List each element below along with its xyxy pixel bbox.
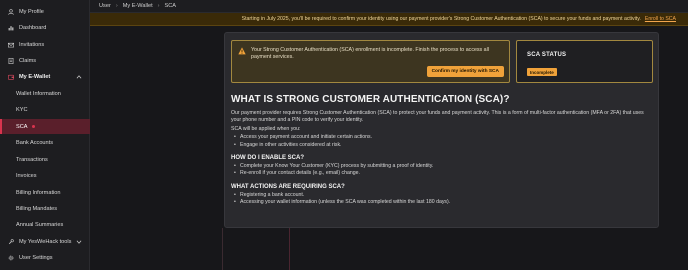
sidebar-item-annual-summaries[interactable]: Annual Summaries [0, 217, 90, 232]
applied-list: Access your payment account and initiate… [231, 134, 655, 149]
breadcrumb-my-e-wallet[interactable]: My E-Wallet [123, 3, 153, 9]
sidebar-item-label: Billing Mandates [16, 205, 58, 212]
breadcrumb-sca: SCA [164, 3, 177, 9]
sidebar-item-wallet-information[interactable]: Wallet Information [0, 86, 90, 101]
sidebar-item-label: Billing Information [16, 189, 61, 196]
warning-icon [238, 47, 246, 55]
chart-icon [8, 25, 14, 31]
sidebar-item-label: Annual Summaries [16, 221, 64, 228]
sidebar-item-label: Invitations [19, 41, 45, 48]
actions-heading: WHAT ACTIONS ARE REQUIRING SCA? [231, 183, 345, 190]
status-badge: Incomplete [527, 68, 557, 76]
sidebar-item-label: KYC [16, 106, 28, 113]
list-item: Accessing your wallet information (unles… [231, 199, 655, 207]
sidebar-item-bank-accounts[interactable]: Bank Accounts [0, 135, 90, 150]
sca-card: Your Strong Customer Authentication (SCA… [224, 32, 659, 228]
document-icon [8, 57, 14, 64]
sidebar-item-label: My E-Wallet [19, 73, 51, 80]
sidebar-item-my-profile[interactable]: My Profile [0, 4, 90, 19]
sidebar-item-sca[interactable]: SCA [0, 119, 90, 134]
actions-list: Registering a bank account. Accessing yo… [231, 192, 655, 207]
sidebar-item-dashboard[interactable]: Dashboard [0, 20, 90, 35]
sidebar-item-billing-mandates[interactable]: Billing Mandates [0, 201, 90, 216]
list-item: Re-enroll if your contact details (e.g.,… [231, 170, 655, 178]
wallet-icon [8, 74, 14, 80]
chevron-up-icon[interactable] [76, 74, 82, 80]
sidebar-item-label: Dashboard [19, 24, 47, 31]
sidebar-item-label: Claims [19, 57, 37, 64]
breadcrumb-user[interactable]: User [99, 3, 111, 9]
announcement-banner: Starting in July 2025, you'll be require… [90, 13, 688, 26]
sca-info: WHAT IS STRONG CUSTOMER AUTHENTICATION (… [231, 94, 655, 207]
sidebar-item-label: Invoices [16, 172, 37, 179]
sidebar-item-kyc[interactable]: KYC [0, 102, 90, 117]
chevron-down-icon[interactable] [76, 239, 82, 245]
confirm-identity-button[interactable]: Confirm my identity with SCA [426, 66, 504, 77]
banner-text: Starting in July 2025, you'll be require… [241, 16, 641, 22]
intro-paragraph: Our payment provider requires Strong Cus… [231, 110, 644, 123]
sidebar-item-transactions[interactable]: Transactions [0, 152, 90, 167]
sidebar-item-user-settings[interactable]: User Settings [0, 250, 90, 265]
list-item: Engage in other activities considered at… [231, 142, 655, 150]
sidebar-item-label: SCA [16, 123, 28, 130]
list-item: Registering a bank account. [231, 192, 655, 200]
enable-heading: HOW DO I ENABLE SCA? [231, 155, 304, 161]
sidebar-item-billing-information[interactable]: Billing Information [0, 185, 90, 200]
notification-dot [31, 125, 35, 128]
sca-status-panel: SCA STATUS Incomplete [516, 40, 653, 83]
sidebar-item-invitations[interactable]: Invitations [0, 37, 90, 52]
sidebar-section-my-e-wallet[interactable]: My E-Wallet [0, 69, 90, 84]
page-title: WHAT IS STRONG CUSTOMER AUTHENTICATION (… [231, 94, 510, 105]
alert-message: Your Strong Customer Authentication (SCA… [251, 47, 489, 61]
sidebar-item-label: Wallet Information [16, 90, 61, 97]
gear-icon [8, 255, 14, 261]
breadcrumb: User › My E-Wallet › SCA [90, 0, 688, 13]
list-item: Complete your Know Your Customer (KYC) p… [231, 163, 655, 171]
enroll-sca-link[interactable]: Enroll to SCA [645, 16, 676, 22]
sidebar: My Profile Dashboard Invitations Claims … [0, 0, 90, 270]
sidebar-item-my-yeswehack-tools[interactable]: My YesWeHack tools [0, 234, 90, 249]
sidebar-item-label: User Settings [19, 254, 53, 261]
enable-list: Complete your Know Your Customer (KYC) p… [231, 163, 655, 178]
tools-icon [8, 238, 14, 245]
breadcrumb-separator: › [157, 3, 160, 9]
user-icon [8, 8, 14, 15]
incomplete-alert: Your Strong Customer Authentication (SCA… [231, 40, 510, 83]
divider [222, 228, 290, 270]
sidebar-item-label: Bank Accounts [16, 139, 54, 146]
sidebar-item-label: My YesWeHack tools [19, 238, 72, 245]
sidebar-item-claims[interactable]: Claims [0, 53, 90, 68]
list-item: Access your payment account and initiate… [231, 134, 655, 142]
sidebar-item-label: Transactions [16, 156, 48, 163]
applied-when-text: SCA will be applied when you: [231, 126, 301, 133]
sidebar-item-invoices[interactable]: Invoices [0, 168, 90, 183]
breadcrumb-separator: › [115, 3, 118, 9]
sca-status-title: SCA STATUS [527, 52, 567, 58]
sidebar-item-label: My Profile [19, 8, 44, 15]
mail-icon [8, 42, 14, 48]
